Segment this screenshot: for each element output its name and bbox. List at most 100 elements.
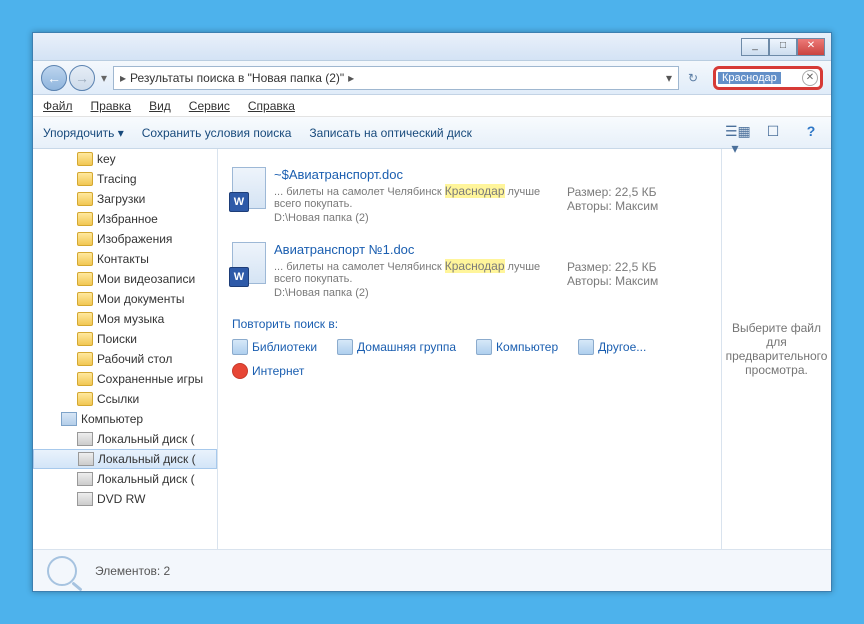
nav-history-dropdown[interactable]: ▾	[95, 71, 113, 85]
sidebar-item[interactable]: Ссылки	[33, 389, 217, 409]
window-buttons: _ □ ✕	[741, 38, 825, 56]
sidebar-item-label: Tracing	[97, 172, 137, 186]
status-text: Элементов: 2	[95, 564, 170, 578]
burn-disc-button[interactable]: Записать на оптический диск	[309, 126, 472, 140]
menu-tools[interactable]: Сервис	[189, 99, 230, 113]
preview-pane-button[interactable]: ☐	[763, 123, 783, 143]
menu-help[interactable]: Справка	[248, 99, 295, 113]
search-input[interactable]: Краснодар ✕	[716, 69, 820, 87]
sidebar-item-label: Ссылки	[97, 392, 139, 406]
sidebar-item[interactable]: Моя музыка	[33, 309, 217, 329]
sidebar-item[interactable]: Сохраненные игры	[33, 369, 217, 389]
repeat-search-link[interactable]: Другое...	[578, 339, 646, 355]
back-button[interactable]: ←	[41, 65, 67, 91]
repeat-search-link-internet[interactable]: Интернет	[232, 363, 304, 379]
result-filename: Авиатранспорт №1.doc	[274, 242, 567, 257]
result-size: Размер: 22,5 КБ	[567, 260, 707, 274]
result-authors: Авторы: Максим	[567, 199, 707, 213]
view-mode-button[interactable]: ☰▦ ▾	[725, 123, 745, 143]
folder-icon	[77, 172, 93, 186]
toolbar: Упорядочить ▾ Сохранить условия поиска З…	[33, 117, 831, 149]
sidebar-item-label: key	[97, 152, 116, 166]
sidebar-item[interactable]: Загрузки	[33, 189, 217, 209]
sidebar-item-label: DVD RW	[97, 492, 145, 506]
result-authors: Авторы: Максим	[567, 274, 707, 288]
sidebar-item[interactable]: Мои документы	[33, 289, 217, 309]
menu-file[interactable]: Файл	[43, 99, 73, 113]
sidebar-item[interactable]: Изображения	[33, 229, 217, 249]
sidebar-item[interactable]: Мои видеозаписи	[33, 269, 217, 289]
body: key Tracing Загрузки Избранное Изображения Ко…	[33, 149, 831, 549]
repeat-search-title: Повторить поиск в:	[226, 317, 713, 331]
menu-view[interactable]: Вид	[149, 99, 171, 113]
drive-icon	[78, 452, 94, 466]
save-search-button[interactable]: Сохранить условия поиска	[142, 126, 292, 140]
folder-icon	[77, 212, 93, 226]
repeat-search-row: Интернет	[226, 363, 713, 379]
forward-button[interactable]: →	[69, 65, 95, 91]
menubar: Файл Правка Вид Сервис Справка	[33, 95, 831, 117]
address-dropdown-icon[interactable]: ▾	[666, 71, 672, 85]
sidebar[interactable]: key Tracing Загрузки Избранное Изображения Ко…	[33, 149, 218, 549]
folder-icon	[77, 332, 93, 346]
sidebar-item[interactable]: key	[33, 149, 217, 169]
sidebar-item-label: Избранное	[97, 212, 158, 226]
sidebar-item[interactable]: DVD RW	[33, 489, 217, 509]
sidebar-item[interactable]: Избранное	[33, 209, 217, 229]
result-snippet: ... билеты на самолет Челябинск Краснода…	[274, 184, 567, 210]
search-highlight: Краснодар	[445, 184, 505, 198]
maximize-button[interactable]: □	[769, 38, 797, 56]
location-icon	[337, 339, 353, 355]
repeat-link-label: Домашняя группа	[357, 340, 456, 354]
search-value: Краснодар	[718, 72, 781, 84]
folder-icon	[77, 312, 93, 326]
sidebar-item[interactable]: Локальный диск (	[33, 449, 217, 469]
sidebar-item[interactable]: Контакты	[33, 249, 217, 269]
result-main: ~$Авиатранспорт.doc... билеты на самолет…	[274, 167, 567, 224]
sidebar-item[interactable]: Поиски	[33, 329, 217, 349]
drive-icon	[77, 432, 93, 446]
search-result[interactable]: ~$Авиатранспорт.doc... билеты на самолет…	[226, 161, 713, 230]
repeat-search-link[interactable]: Домашняя группа	[337, 339, 456, 355]
location-icon	[476, 339, 492, 355]
sidebar-item[interactable]: Рабочий стол	[33, 349, 217, 369]
sidebar-item[interactable]: Tracing	[33, 169, 217, 189]
results-pane[interactable]: ~$Авиатранспорт.doc... билеты на самолет…	[218, 149, 721, 549]
result-size: Размер: 22,5 КБ	[567, 185, 707, 199]
refresh-button[interactable]: ↻	[683, 71, 703, 85]
sidebar-item-label: Моя музыка	[97, 312, 164, 326]
sidebar-item-label: Локальный диск (	[97, 432, 195, 446]
repeat-search-link[interactable]: Библиотеки	[232, 339, 317, 355]
folder-icon	[77, 352, 93, 366]
sidebar-item[interactable]: Локальный диск (	[33, 469, 217, 489]
repeat-search-link[interactable]: Компьютер	[476, 339, 558, 355]
drive-icon	[77, 472, 93, 486]
statusbar: Элементов: 2	[33, 549, 831, 591]
folder-icon	[77, 372, 93, 386]
search-result[interactable]: Авиатранспорт №1.doc... билеты на самоле…	[226, 236, 713, 305]
folder-icon	[77, 232, 93, 246]
location-icon	[232, 339, 248, 355]
repeat-link-label: Компьютер	[496, 340, 558, 354]
folder-icon	[77, 192, 93, 206]
sidebar-item[interactable]: Локальный диск (	[33, 429, 217, 449]
repeat-link-label: Библиотеки	[252, 340, 317, 354]
sidebar-item-label: Рабочий стол	[97, 352, 172, 366]
result-path: D:\Новая папка (2)	[274, 287, 567, 299]
sidebar-item-label: Контакты	[97, 252, 149, 266]
sidebar-item-label: Мои видеозаписи	[97, 272, 195, 286]
sidebar-item-label: Локальный диск (	[98, 452, 196, 466]
repeat-link-label: Интернет	[252, 364, 304, 378]
explorer-window: _ □ ✕ ← → ▾ ▸ Результаты поиска в "Новая…	[32, 32, 832, 592]
sidebar-item-label: Загрузки	[97, 192, 145, 206]
opera-icon	[232, 363, 248, 379]
address-bar[interactable]: ▸ Результаты поиска в "Новая папка (2)" …	[113, 66, 679, 90]
help-button[interactable]: ?	[801, 123, 821, 143]
clear-search-button[interactable]: ✕	[802, 70, 818, 86]
result-meta: Размер: 22,5 КБАвторы: Максим	[567, 167, 707, 224]
minimize-button[interactable]: _	[741, 38, 769, 56]
menu-edit[interactable]: Правка	[91, 99, 132, 113]
close-button[interactable]: ✕	[797, 38, 825, 56]
organize-button[interactable]: Упорядочить ▾	[43, 126, 124, 140]
sidebar-item[interactable]: Компьютер	[33, 409, 217, 429]
